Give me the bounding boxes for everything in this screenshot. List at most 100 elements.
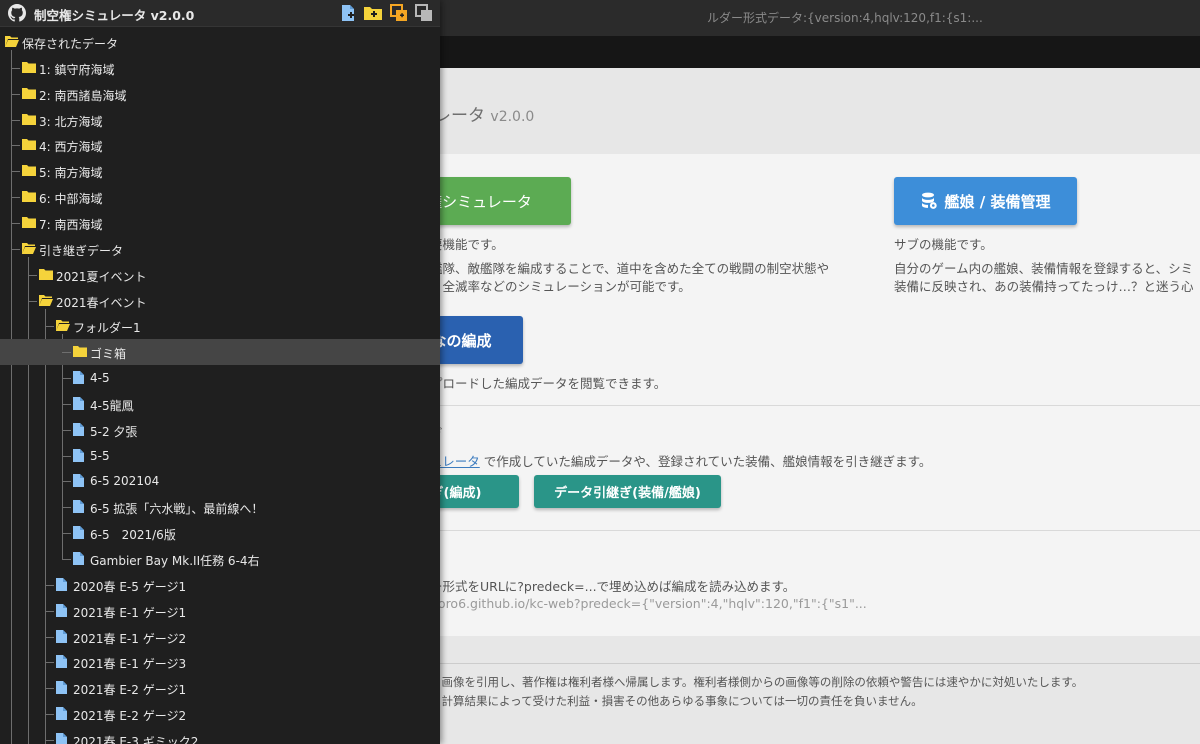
tree-item-label: 2021春イベント <box>56 295 147 310</box>
footer-divider <box>380 663 1200 664</box>
file-icon <box>73 526 84 540</box>
saved-data-drawer: 制空権シミュレータ v2.0.0 保存されたデータ 1: 鎮守府海域 2: 南西諸島… <box>0 0 440 744</box>
tree-folder-item[interactable]: 2021夏イベント <box>0 262 440 288</box>
tree-item-label: 2021春 E-1 ゲージ1 <box>73 605 187 620</box>
new-folder-icon[interactable] <box>363 3 383 23</box>
tree-item-label: 5-2 夕張 <box>90 424 138 439</box>
file-icon <box>73 500 84 514</box>
tree-item-label: 2021春 E-2 ゲージ1 <box>73 683 187 698</box>
github-icon[interactable] <box>8 4 26 22</box>
tree-item-label: Gambier Bay Mk.II任務 6-4右 <box>90 554 260 568</box>
folder-open-icon <box>56 320 70 332</box>
footer-disclaimer: 、計算結果によって受けた利益・損害その他あらゆる事象については一切の責任を負いま… <box>430 694 923 708</box>
tree-branch-line <box>62 403 71 405</box>
folder-open-icon <box>5 36 19 47</box>
tree-file-item[interactable]: 2021春 E-2 ゲージ2 <box>0 701 440 727</box>
main-simulator-desc: 要機能です。 <box>430 237 504 252</box>
ship-equipment-manage-label: 艦娘 / 装備管理 <box>944 192 1051 211</box>
import-equipment-button[interactable]: データ引継ぎ(装備/艦娘) <box>534 475 721 508</box>
tree-branch-line <box>45 326 54 328</box>
tree-branch-line <box>62 429 71 431</box>
predeck-example: noro6.github.io/kc-web?predeck={"version… <box>430 596 867 611</box>
tree-item-label: 5-5 <box>90 448 110 463</box>
file-icon <box>73 448 84 462</box>
tree-folder-item[interactable]: 1: 鎮守府海域 <box>0 55 440 81</box>
tree-branch-line <box>62 455 71 457</box>
tree-file-item[interactable]: 2021春 E-1 ゲージ3 <box>0 649 440 675</box>
tree-folder-item[interactable]: 2: 南西諸島海域 <box>0 81 440 107</box>
shared-fleets-label: なの編成 <box>431 331 492 350</box>
tree-folder-item[interactable]: 7: 南西海域 <box>0 210 440 236</box>
tree-file-item[interactable]: 5-5 <box>0 443 440 469</box>
tree-file-item[interactable]: 6-5 拡張「六水戦」、最前線へ！ <box>0 494 440 520</box>
tree-branch-line <box>45 688 54 690</box>
tree-file-item[interactable]: 2021春 E-2 ゲージ1 <box>0 675 440 701</box>
file-icon <box>56 707 67 721</box>
tree-folder-item[interactable]: フォルダー1 <box>0 313 440 339</box>
tree-folder-item[interactable]: 2021春イベント <box>0 288 440 314</box>
folder-icon <box>22 61 36 73</box>
tree-file-item[interactable]: 6-5 2021/6版 <box>0 520 440 546</box>
page-title-text: レータ <box>434 106 485 126</box>
ship-equipment-manage-button[interactable]: 艦娘 / 装備管理 <box>894 177 1077 225</box>
tree-folder-item[interactable]: 引き継ぎデータ <box>0 236 440 262</box>
tree-branch-line <box>11 119 20 121</box>
page-title: レータ v2.0.0 <box>434 101 534 126</box>
tree-item-label: 2021夏イベント <box>56 269 147 284</box>
tree-branch-line <box>45 636 54 638</box>
tree-folder-item[interactable]: 保存されたデータ <box>0 29 440 55</box>
tree-file-item[interactable]: 2020春 E-5 ゲージ1 <box>0 572 440 598</box>
tree-file-item[interactable]: 6-5 202104 <box>0 468 440 494</box>
top-bar-hint: ルダー形式データ:{version:4,hqlv:120,f1:{s1:... <box>707 11 983 25</box>
tree-branch-line <box>62 352 71 354</box>
tree-item-label: 2021春 E-1 ゲージ2 <box>73 631 187 646</box>
folder-icon <box>39 268 53 280</box>
file-icon <box>56 629 67 643</box>
ship-equipment-detail-1: 自分のゲーム内の艦娘、装備情報を登録すると、シミ <box>894 261 1194 276</box>
tree-branch-line <box>11 197 20 199</box>
tree-item-label: 3: 北方海域 <box>39 114 103 129</box>
tree-item-label: 4: 西方海域 <box>39 140 103 155</box>
file-icon <box>73 422 84 436</box>
menu-card <box>380 154 1200 636</box>
ship-equipment-desc: サブの機能です。 <box>894 237 993 252</box>
copy-icon[interactable] <box>389 3 409 23</box>
tree-branch-line <box>28 300 37 302</box>
tree-folder-item[interactable]: ゴミ箱 <box>0 339 440 366</box>
tree-file-item[interactable]: Gambier Bay Mk.II任務 6-4右 <box>0 546 440 572</box>
tree-branch-line <box>11 145 20 147</box>
tree-item-label: 2: 南西諸島海域 <box>39 88 127 103</box>
tree-file-item[interactable]: 2021春 E-1 ゲージ2 <box>0 624 440 650</box>
tree-file-item[interactable]: 2021春 E-1 ゲージ1 <box>0 598 440 624</box>
tree-branch-line <box>62 533 71 535</box>
tree-item-label: 6-5 202104 <box>90 474 160 489</box>
tree-branch-line <box>11 171 20 173</box>
tree-item-label: 4-5 <box>90 371 110 386</box>
tree-branch-line <box>45 739 54 741</box>
tree-file-item[interactable]: 2021春 E-3 ギミック2 <box>0 727 440 744</box>
folder-icon <box>22 139 36 151</box>
main-simulator-button-label: 権シミュレータ <box>427 192 532 211</box>
tree-item-label: 4-5龍鳳 <box>90 398 134 413</box>
main-simulator-detail-1: 艦隊、敵艦隊を編成することで、道中を含めた全ての戦闘の制空状態や <box>430 261 830 276</box>
drawer-header: 制空権シミュレータ v2.0.0 <box>0 0 440 27</box>
duplicate-icon[interactable] <box>414 3 434 23</box>
tree-item-label: 2021春 E-3 ギミック2 <box>73 734 199 744</box>
tree-folder-item[interactable]: 4: 西方海域 <box>0 132 440 158</box>
main-simulator-detail-2: 、全滅率などのシミュレーションが可能です。 <box>430 279 691 294</box>
tree-file-item[interactable]: 5-2 夕張 <box>0 417 440 443</box>
tree-file-item[interactable]: 4-5龍鳳 <box>0 391 440 417</box>
new-file-icon[interactable] <box>338 3 358 23</box>
tree-folder-item[interactable]: 3: 北方海域 <box>0 107 440 133</box>
tree-branch-line <box>11 93 20 95</box>
file-icon <box>56 603 67 617</box>
tree-file-item[interactable]: 4-5 <box>0 365 440 391</box>
folder-open-icon <box>39 294 53 306</box>
predeck-desc: ー形式をURLに?predeck=...で埋め込めば編成を読み込めます。 <box>430 579 796 594</box>
tree-folder-item[interactable]: 5: 南方海域 <box>0 158 440 184</box>
tree-folder-item[interactable]: 6: 中部海域 <box>0 184 440 210</box>
folder-icon <box>22 165 36 177</box>
tree-branch-line <box>28 274 37 276</box>
inherit-desc: ュレータ で作成していた編成データや、登録されていた装備、艦娘情報を引き継ぎます… <box>430 451 931 470</box>
folder-open-icon <box>22 242 36 254</box>
